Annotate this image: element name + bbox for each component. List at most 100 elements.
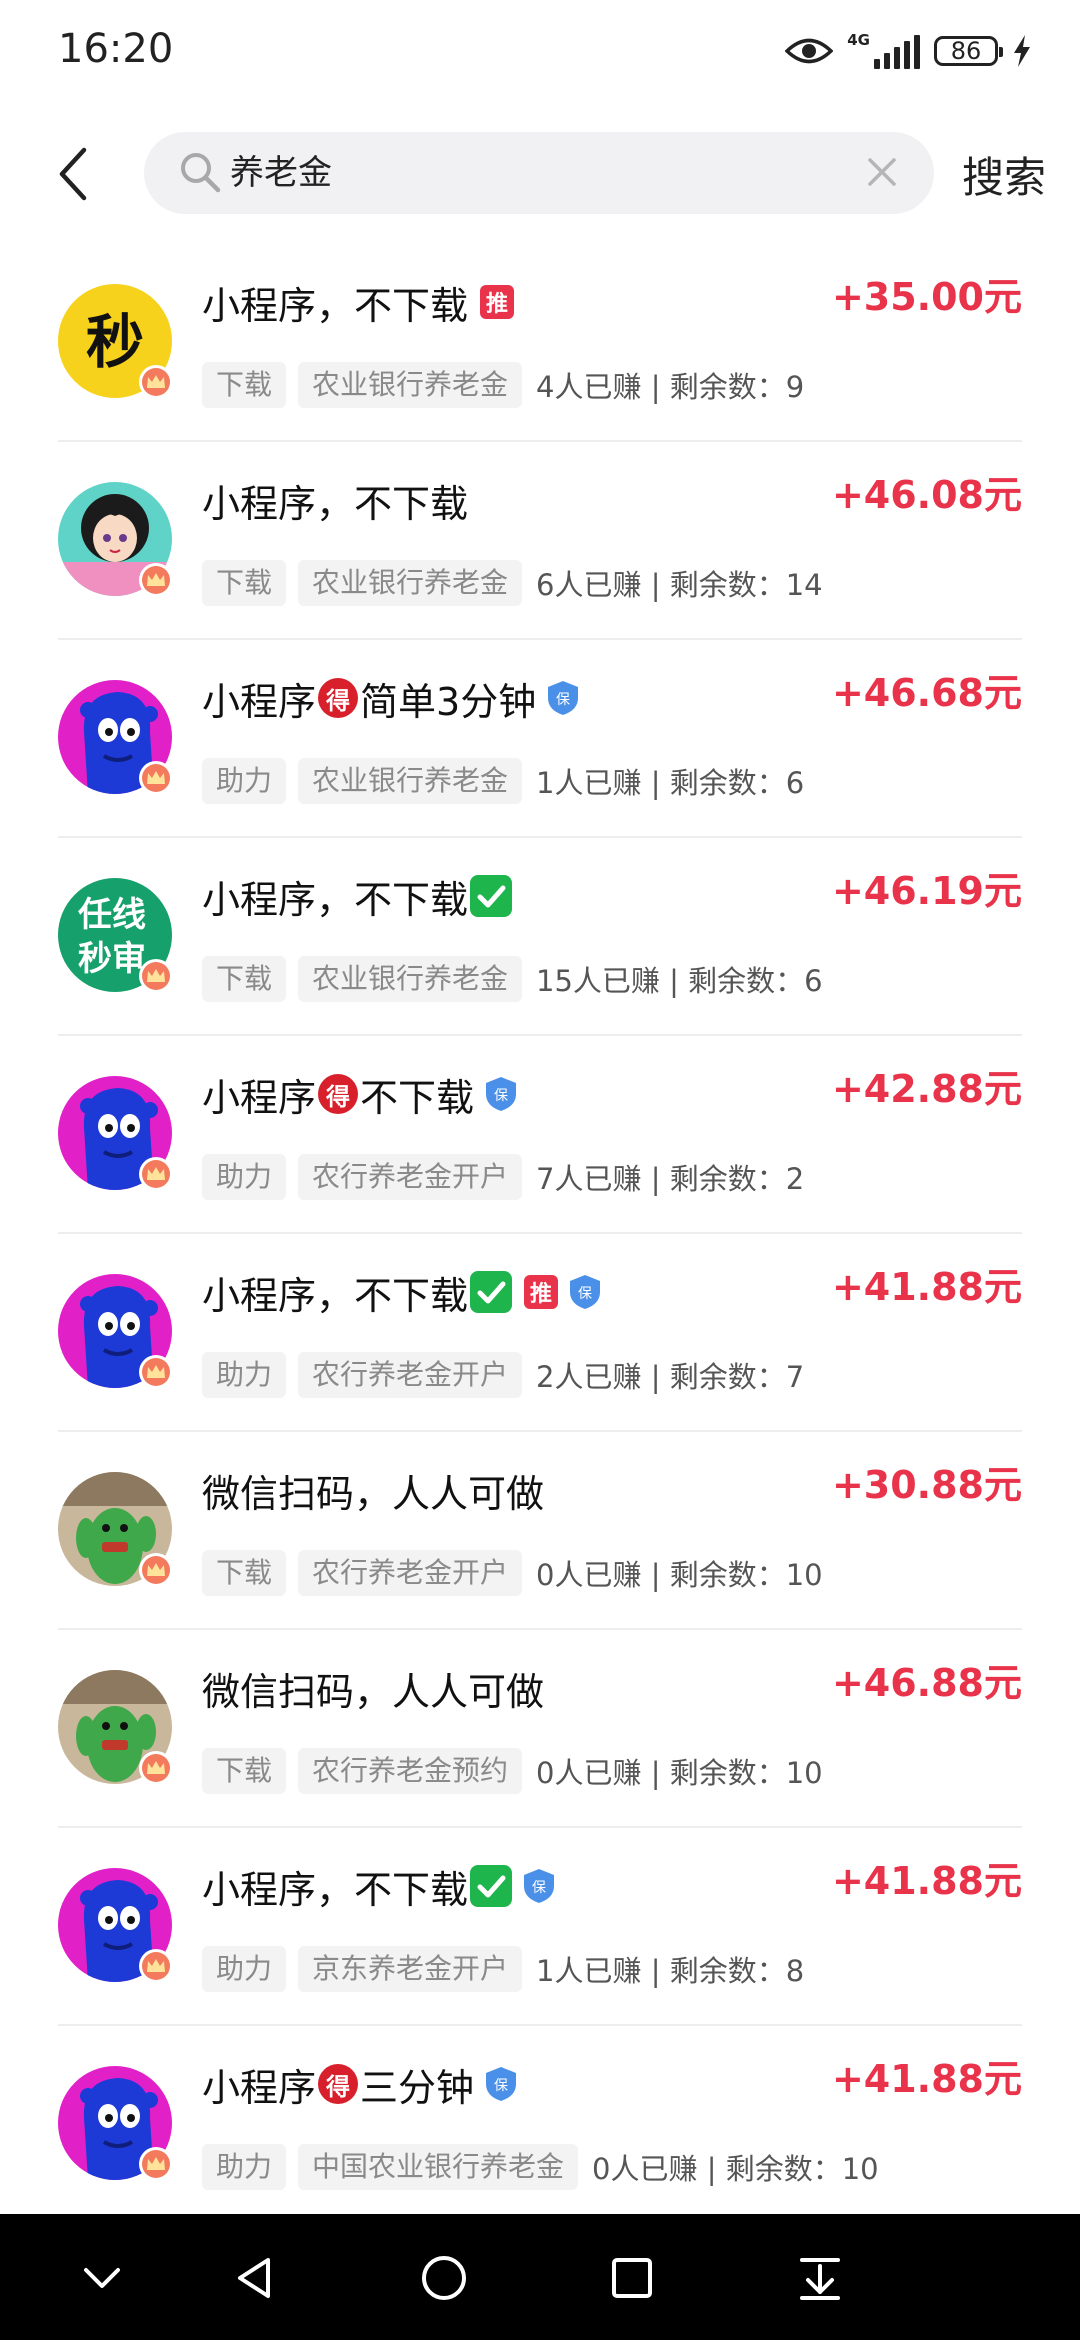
svg-text:保: 保 [578, 1286, 592, 1302]
task-list-item[interactable]: 微信扫码，人人可做 +30.88元 下载 农行养老金开户 0人已赚 | 剩余数：10 [58, 1432, 1022, 1630]
search-icon [181, 153, 221, 193]
search-header: 搜索 [0, 130, 1080, 218]
svg-text:秒审: 秒审 [78, 939, 146, 979]
search-box[interactable] [144, 132, 934, 214]
crown-icon [138, 958, 174, 994]
svg-text:秒: 秒 [86, 308, 144, 376]
task-title-text: 微信扫码，人人可做 [202, 1669, 545, 1714]
task-meta: 下载 农行养老金预约 0人已赚 | 剩余数：10 [202, 1748, 823, 1794]
task-list-item[interactable]: 小程序得不下载 保 +42.88元 助力 农行养老金开户 7人已赚 | 剩余数：2 [58, 1036, 1022, 1234]
task-type-tag: 助力 [202, 1154, 287, 1200]
task-title-text: 微信扫码，人人可做 [202, 1471, 545, 1516]
recents-square-icon[interactable] [608, 2254, 656, 2302]
verified-check-icon [470, 1271, 513, 1313]
reward-amount: +46.68元 [831, 671, 1022, 715]
task-title-text: 小程序，不下载 [202, 1867, 469, 1912]
search-button[interactable]: 搜索 [962, 144, 1046, 205]
recommend-badge: 推 [480, 285, 515, 319]
task-stats: 2人已赚 | 剩余数：7 [536, 1360, 805, 1394]
task-type-tag: 助力 [202, 1352, 287, 1398]
task-title: 小程序得不下载 保 [202, 1068, 518, 1120]
collapse-icon[interactable] [78, 2254, 126, 2302]
system-nav-bar [0, 2214, 1080, 2340]
crown-icon [138, 1156, 174, 1192]
status-time: 16:20 [58, 26, 174, 72]
task-meta: 下载 农业银行养老金 6人已赚 | 剩余数：14 [202, 560, 823, 606]
task-title-text: 小程序，不下载 [202, 877, 469, 922]
task-type-tag: 下载 [202, 1748, 287, 1794]
back-triangle-icon[interactable] [232, 2254, 280, 2302]
task-list: 秒 小程序，不下载推 +35.00元 下载 农业银行养老金 4人已赚 | 剩余数：9 小… [0, 244, 1080, 2222]
task-title-suffix: 三分钟 [360, 2065, 475, 2110]
task-type-tag: 下载 [202, 560, 287, 606]
task-meta: 助力 京东养老金开户 1人已赚 | 剩余数：8 [202, 1946, 804, 1992]
crown-icon [138, 1354, 174, 1390]
task-meta: 下载 农行养老金开户 0人已赚 | 剩余数：10 [202, 1550, 823, 1596]
task-stats: 15人已赚 | 剩余数：6 [536, 964, 823, 998]
status-icons: 4G 86 [785, 26, 1032, 76]
crown-icon [138, 1552, 174, 1588]
task-category-tag: 农行养老金预约 [298, 1748, 523, 1794]
shield-guarantee-icon: 保 [522, 1868, 556, 1904]
task-list-item[interactable]: 小程序，不下载 +46.08元 下载 农业银行养老金 6人已赚 | 剩余数：14 [58, 442, 1022, 640]
signal-icon: 4G [847, 33, 920, 69]
task-list-item[interactable]: 微信扫码，人人可做 +46.88元下载 农行养老金预约 0人已赚 | 剩余数：10 [58, 1630, 1022, 1828]
task-title-text: 小程序 [202, 1075, 317, 1120]
verified-check-icon [470, 875, 513, 917]
clear-icon[interactable] [866, 156, 898, 188]
task-title: 小程序，不下载 推 保 [202, 1266, 602, 1318]
task-stats: 7人已赚 | 剩余数：2 [536, 1162, 805, 1196]
task-title: 小程序，不下载 保 [202, 1860, 556, 1912]
task-type-tag: 下载 [202, 956, 287, 1002]
battery-level: 86 [950, 37, 982, 65]
task-title-text: 小程序，不下载 [202, 481, 469, 526]
task-stats: 0人已赚 | 剩余数：10 [536, 1558, 823, 1592]
task-list-item[interactable]: 任线 秒审 小程序，不下载 +46.19元 下载 农业银行养老金 15人已赚 | 剩余数… [58, 838, 1022, 1036]
crown-icon [138, 364, 174, 400]
earn-badge: 得 [318, 678, 359, 718]
task-category-tag: 农业银行养老金 [298, 560, 523, 606]
task-category-tag: 中国农业银行养老金 [298, 2144, 579, 2190]
task-list-item[interactable]: 秒 小程序，不下载推 +35.00元 下载 农业银行养老金 4人已赚 | 剩余数：9 [58, 244, 1022, 442]
task-list-item[interactable]: 小程序得三分钟 保 +41.88元 助力 中国农业银行养老金 0人已赚 | 剩余数：10 [58, 2026, 1022, 2222]
reward-amount: +46.88元 [831, 1661, 1022, 1705]
task-meta: 助力 农业银行养老金 1人已赚 | 剩余数：6 [202, 758, 804, 804]
network-label: 4G [847, 31, 870, 49]
task-meta: 助力 农行养老金开户 7人已赚 | 剩余数：2 [202, 1154, 804, 1200]
task-stats: 6人已赚 | 剩余数：14 [536, 568, 823, 602]
earn-badge: 得 [318, 1074, 359, 1114]
svg-text:保: 保 [532, 1880, 546, 1896]
task-list-item[interactable]: 小程序，不下载 保 +41.88元 助力 京东养老金开户 1人已赚 | 剩余数：8 [58, 1828, 1022, 2026]
task-list-item[interactable]: 小程序得简单3分钟 保 +46.68元 助力 农业银行养老金 1人已赚 | 剩余数：6 [58, 640, 1022, 838]
search-input[interactable] [230, 132, 810, 214]
reward-amount: +41.88元 [831, 1859, 1022, 1903]
task-title: 小程序得三分钟 保 [202, 2058, 518, 2110]
task-category-tag: 农业银行养老金 [298, 362, 523, 408]
task-stats: 0人已赚 | 剩余数：10 [536, 1756, 823, 1790]
status-bar: 16:20 4G 86 [0, 0, 1080, 110]
home-circle-icon[interactable] [420, 2254, 468, 2302]
crown-icon [138, 1948, 174, 1984]
task-meta: 下载 农业银行养老金 4人已赚 | 剩余数：9 [202, 362, 804, 408]
task-meta: 助力 农行养老金开户 2人已赚 | 剩余数：7 [202, 1352, 804, 1398]
task-title: 小程序，不下载 [202, 870, 513, 922]
crown-icon [138, 562, 174, 598]
svg-text:保: 保 [494, 2078, 508, 2094]
task-stats: 4人已赚 | 剩余数：9 [536, 370, 805, 404]
task-title-text: 小程序，不下载 [202, 1273, 469, 1318]
svg-text:保: 保 [556, 692, 570, 708]
task-list-item[interactable]: 小程序，不下载 推 保 +41.88元 助力 农行养老金开户 2人已赚 | 剩余数：7 [58, 1234, 1022, 1432]
task-title: 微信扫码，人人可做 [202, 1464, 544, 1516]
task-title-text: 小程序 [202, 2065, 317, 2110]
shield-guarantee-icon: 保 [546, 680, 580, 716]
task-title: 小程序得简单3分钟 保 [202, 672, 580, 724]
task-stats: 1人已赚 | 剩余数：6 [536, 766, 805, 800]
shield-guarantee-icon: 保 [484, 2066, 518, 2102]
task-type-tag: 助力 [202, 1946, 287, 1992]
crown-icon [138, 2146, 174, 2182]
task-title: 小程序，不下载 [202, 474, 468, 526]
task-category-tag: 农行养老金开户 [298, 1154, 523, 1200]
crown-icon [138, 1750, 174, 1786]
download-icon[interactable] [796, 2254, 844, 2302]
back-arrow-icon[interactable] [52, 146, 98, 202]
